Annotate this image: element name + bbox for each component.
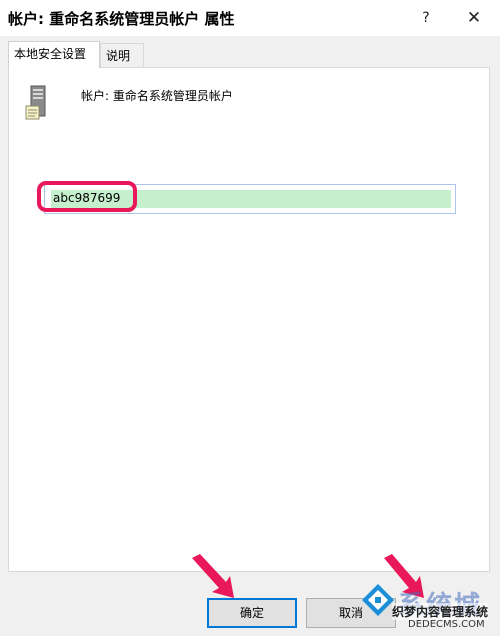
- title-bar: 帐户: 重命名系统管理员帐户 属性 ? ✕: [0, 0, 500, 36]
- dialog-body: 本地安全设置 说明 帐户: 重命名系统管理员帐户 abc987699 确定 取消: [0, 36, 500, 636]
- server-icon: [25, 85, 46, 120]
- close-button[interactable]: ✕: [460, 6, 488, 30]
- tab-explain[interactable]: 说明: [100, 43, 144, 67]
- highlight-annotation: [37, 181, 137, 212]
- window-title: 帐户: 重命名系统管理员帐户 属性: [8, 10, 235, 28]
- tab-local-security-setting[interactable]: 本地安全设置: [8, 41, 100, 68]
- help-button[interactable]: ?: [412, 6, 440, 30]
- arrow-annotation-ok: [192, 554, 234, 598]
- tab-panel: 帐户: 重命名系统管理员帐户 abc987699: [8, 67, 490, 572]
- watermark-logo-icon: [362, 584, 394, 616]
- watermark-domain: DEDECMS.COM: [408, 619, 485, 630]
- watermark-site-text: 织梦内容管理系统: [392, 603, 489, 620]
- ok-button[interactable]: 确定: [207, 598, 297, 628]
- policy-name-label: 帐户: 重命名系统管理员帐户: [81, 89, 233, 103]
